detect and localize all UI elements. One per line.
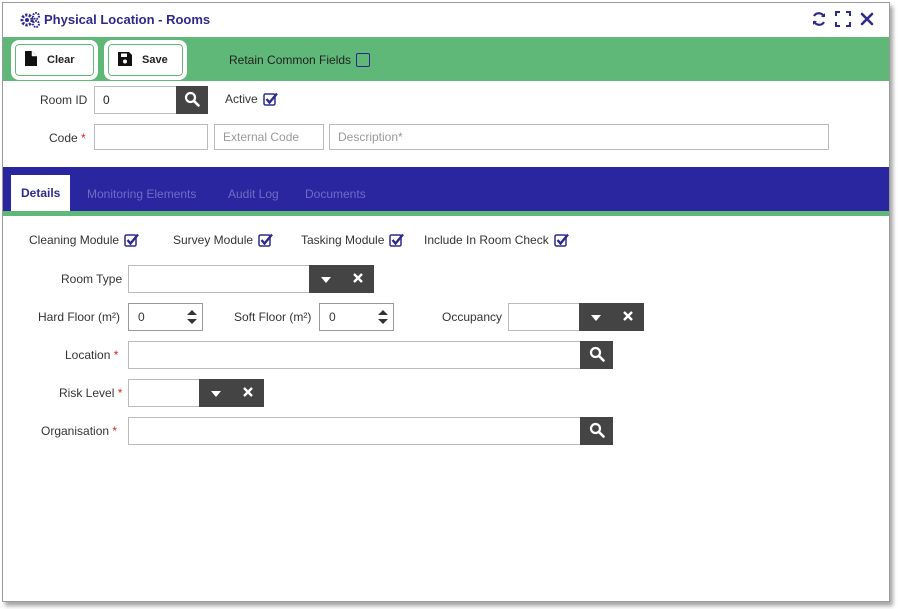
close-icon[interactable] (859, 11, 875, 27)
external-code-input[interactable] (214, 124, 324, 150)
updown-icon[interactable] (182, 310, 202, 324)
tab-audit-log[interactable]: Audit Log (228, 177, 279, 211)
risk-level-dropdown-button[interactable] (199, 379, 232, 407)
clear-button-label: Clear (47, 54, 75, 66)
risk-level-select[interactable] (128, 379, 200, 407)
organisation-input[interactable] (128, 417, 581, 445)
occupancy-label: Occupancy (442, 310, 503, 324)
room-id-search-button[interactable] (176, 86, 208, 114)
soft-floor-stepper[interactable]: 0 (319, 303, 394, 331)
expand-icon[interactable] (835, 11, 851, 27)
window-actions (811, 11, 875, 27)
hard-floor-value: 0 (138, 310, 145, 324)
caret-down-icon (210, 386, 221, 400)
risk-level-label: Risk Level * (59, 386, 122, 400)
tasking-module-checkbox[interactable] (389, 233, 405, 247)
gears-icon (19, 11, 41, 32)
required-marker: * (81, 131, 86, 145)
save-button-label: Save (142, 54, 168, 66)
window: Physical Location - Rooms Clear Save Ret… (2, 2, 890, 602)
required-marker: * (112, 424, 118, 438)
caret-down-icon (320, 272, 331, 286)
organisation-label-text: Organisation (41, 424, 110, 438)
active-field: Active (225, 92, 278, 106)
tab-documents[interactable]: Documents (305, 177, 366, 211)
room-check-checkbox[interactable] (553, 233, 569, 247)
risk-level-label-text: Risk Level (59, 386, 115, 400)
active-label: Active (225, 92, 258, 106)
save-button[interactable]: Save (106, 42, 185, 78)
code-label-text: Code (49, 131, 78, 145)
occupancy-select[interactable] (508, 303, 580, 331)
cleaning-module-checkbox[interactable] (124, 233, 139, 247)
location-label: Location * (65, 348, 118, 362)
hard-floor-stepper[interactable]: 0 (128, 303, 203, 331)
search-icon (184, 91, 200, 110)
survey-module-label: Survey Module (173, 233, 254, 247)
tab-monitoring-elements[interactable]: Monitoring Elements (87, 177, 196, 211)
organisation-search-button[interactable] (580, 417, 613, 445)
close-icon (622, 310, 633, 324)
organisation-label: Organisation * (41, 424, 117, 438)
code-input[interactable] (94, 124, 208, 150)
retain-label: Retain Common Fields (229, 53, 352, 67)
window-title: Physical Location - Rooms (44, 12, 211, 27)
hard-floor-label: Hard Floor (m²) (38, 310, 121, 324)
soft-floor-value: 0 (329, 310, 336, 324)
required-marker: * (113, 348, 119, 362)
occupancy-dropdown-button[interactable] (579, 303, 612, 331)
room-type-clear-button[interactable] (341, 265, 374, 293)
room-id-label: Room ID (40, 93, 88, 107)
occupancy-clear-button[interactable] (611, 303, 644, 331)
location-label-text: Location (65, 348, 111, 362)
clear-button[interactable]: Clear (13, 42, 96, 78)
file-icon (25, 51, 37, 69)
title-bar: Physical Location - Rooms (3, 3, 889, 38)
room-type-select[interactable] (128, 265, 310, 293)
room-check-field: Include In Room Check (424, 233, 569, 247)
room-id-input[interactable] (94, 86, 177, 114)
code-label: Code * (49, 131, 86, 145)
search-icon (589, 346, 605, 365)
soft-floor-label: Soft Floor (m²) (234, 310, 312, 324)
updown-icon[interactable] (373, 310, 393, 324)
tab-underline (3, 211, 889, 216)
survey-module-field: Survey Module (173, 233, 273, 247)
active-checkbox[interactable] (262, 92, 278, 106)
room-type-label: Room Type (61, 272, 123, 286)
search-icon (589, 422, 605, 441)
cleaning-module-field: Cleaning Module (29, 233, 139, 247)
toolbar: Clear Save Retain Common Fields (3, 37, 889, 81)
tab-details[interactable]: Details (11, 175, 71, 211)
caret-down-icon (590, 310, 601, 324)
location-input[interactable] (128, 341, 581, 369)
risk-level-clear-button[interactable] (231, 379, 264, 407)
tasking-module-field: Tasking Module (301, 233, 405, 247)
retain-checkbox[interactable] (356, 53, 371, 67)
tasking-module-label: Tasking Module (301, 233, 385, 247)
room-type-dropdown-button[interactable] (309, 265, 342, 293)
location-search-button[interactable] (580, 341, 613, 369)
save-icon (118, 51, 132, 69)
close-icon (242, 386, 253, 400)
survey-module-checkbox[interactable] (258, 233, 273, 247)
retain-common-fields: Retain Common Fields (229, 53, 371, 67)
required-marker: * (117, 386, 123, 400)
description-input[interactable] (329, 124, 829, 150)
close-icon (352, 272, 363, 286)
cleaning-module-label: Cleaning Module (29, 233, 120, 247)
room-check-label: Include In Room Check (424, 233, 549, 247)
tab-bar: Details Monitoring Elements Audit Log Do… (3, 167, 889, 211)
refresh-icon[interactable] (811, 11, 827, 27)
